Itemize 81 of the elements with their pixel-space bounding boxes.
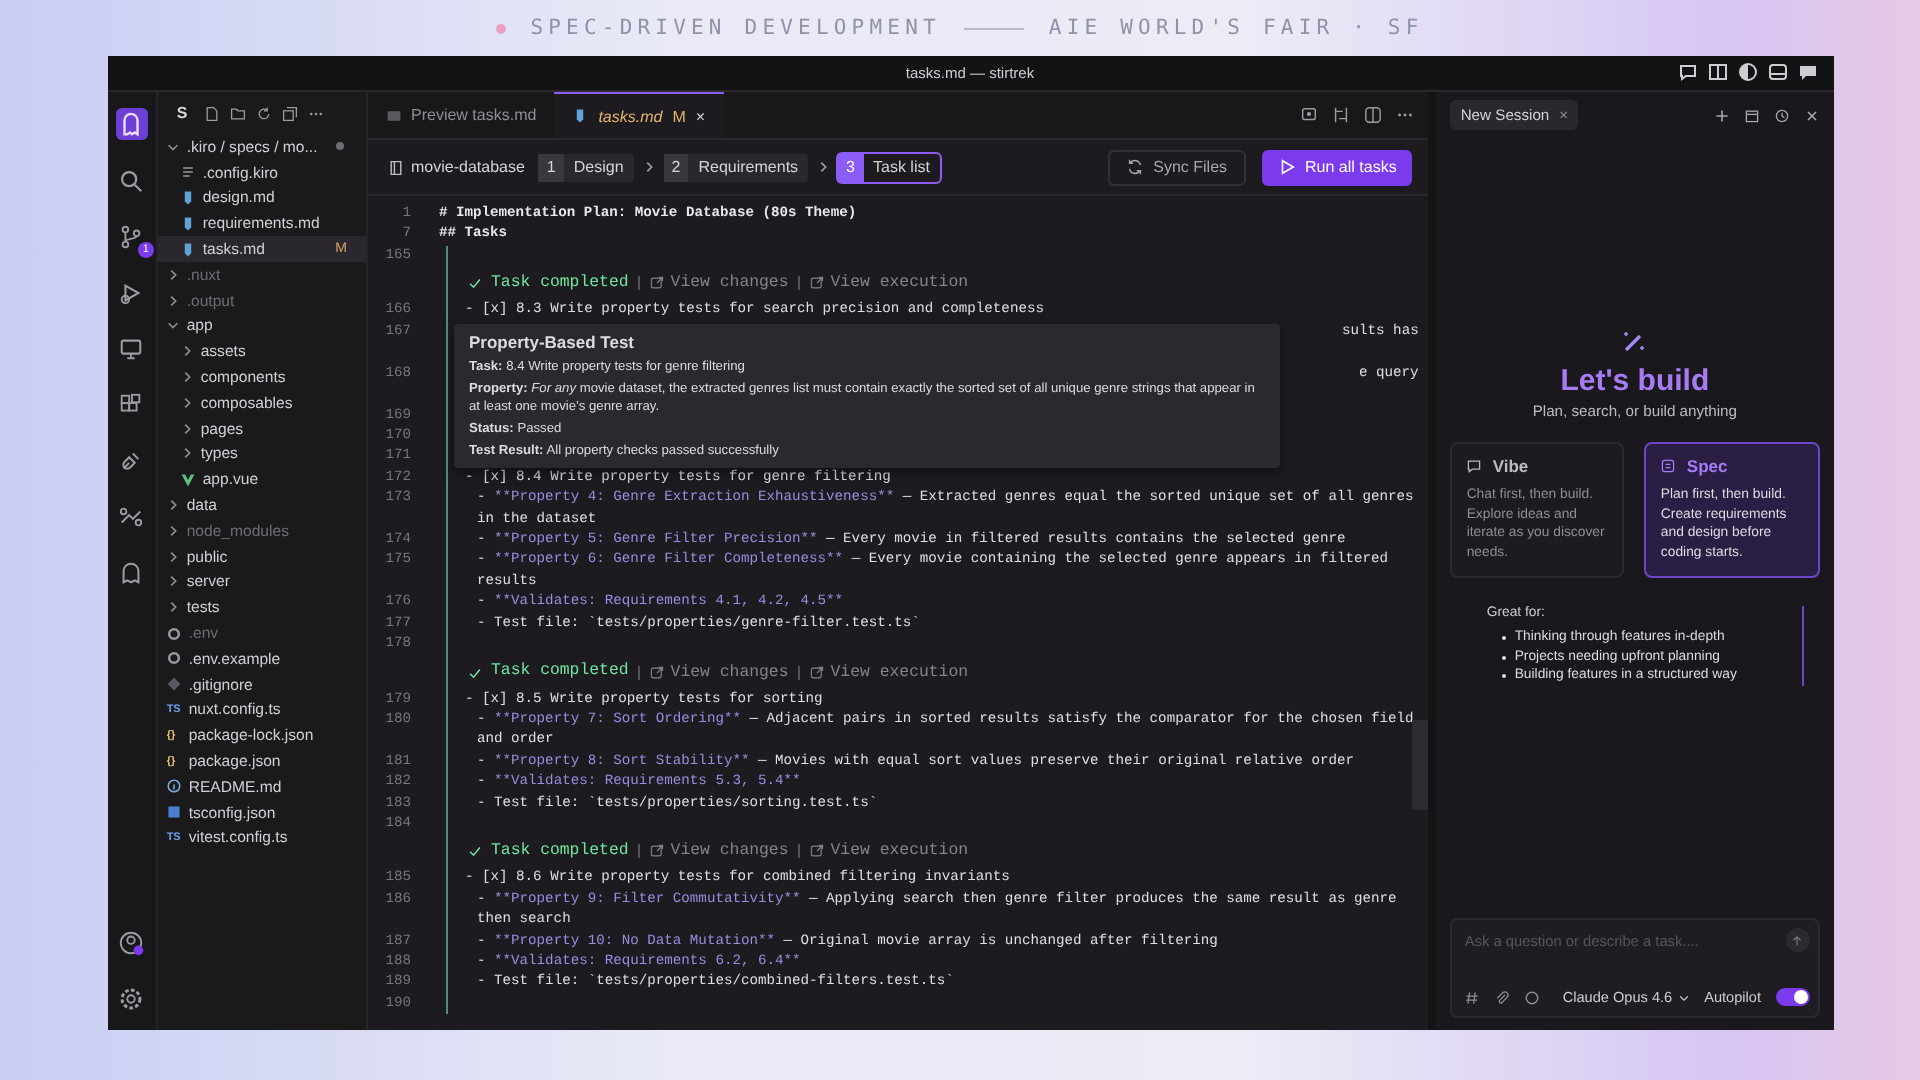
run-all-tasks-button[interactable]: Run all tasks: [1261, 149, 1413, 185]
sync-icon: [1125, 158, 1144, 176]
external-link-icon: [650, 276, 665, 291]
editor-tab[interactable]: tasks.md M ×: [554, 92, 724, 138]
collapse-icon[interactable]: [281, 105, 298, 121]
heading: Let's build: [1560, 364, 1710, 398]
view-link[interactable]: View execution: [810, 842, 969, 861]
logo-icon[interactable]: [115, 108, 148, 140]
external-link-icon: [810, 844, 825, 859]
send-button[interactable]: [1785, 928, 1809, 952]
step-tab[interactable]: 1 Design: [538, 153, 634, 181]
mode-title: Vibe: [1492, 456, 1529, 476]
diamond-icon: [166, 676, 183, 693]
magic-wand-icon: [1620, 328, 1649, 356]
external-link-icon: [810, 665, 825, 679]
checkmark-icon: [467, 844, 481, 859]
spec-name: movie-database: [411, 158, 525, 176]
bullet-dot: [1502, 674, 1507, 679]
step-tab[interactable]: 3 Task list: [838, 153, 940, 181]
chevron-right-icon: [816, 160, 831, 174]
history-icon[interactable]: [1773, 107, 1789, 123]
modified-dot: [335, 142, 344, 151]
banner-title: SPEC-DRIVEN DEVELOPMENT: [530, 16, 941, 40]
preview-icon: [385, 107, 401, 123]
config-file-icon: [166, 804, 183, 821]
task-completed-label: Task completed: [491, 841, 629, 863]
info-icon: [166, 778, 183, 795]
document-icon: [1660, 458, 1677, 474]
external-link-icon: [650, 844, 665, 859]
editor-tab[interactable]: Preview tasks.md: [367, 92, 555, 138]
new-file-icon[interactable]: [203, 105, 220, 121]
document-icon: [387, 159, 403, 175]
close-icon[interactable]: [1803, 107, 1819, 123]
bullet-dot: [1502, 635, 1507, 640]
markdown-file-icon: [572, 108, 589, 124]
chevron-down-icon: [166, 318, 181, 333]
sidebar-toggle-icon[interactable]: [1737, 62, 1757, 82]
account-icon[interactable]: [115, 926, 148, 958]
tooltip-title: Property-Based Test: [469, 332, 637, 353]
chevron-right-icon: [641, 160, 656, 174]
close-icon[interactable]: ×: [695, 107, 706, 125]
view-link[interactable]: View changes: [650, 663, 789, 681]
chat-bubble-icon[interactable]: [1677, 62, 1697, 82]
panel-toggle-icon[interactable]: [1767, 62, 1787, 82]
chat-bubble-icon: [1466, 458, 1483, 474]
task-completed-label: Task completed: [491, 273, 629, 294]
chevron-down-icon: [1678, 991, 1691, 1003]
plus-icon[interactable]: [1713, 107, 1729, 123]
preview-icon[interactable]: [1300, 106, 1319, 124]
external-link-icon: [650, 665, 665, 679]
checkmark-icon: [467, 276, 481, 291]
view-link[interactable]: View changes: [650, 274, 789, 293]
bullet-dot: [496, 23, 507, 33]
view-link[interactable]: View execution: [810, 274, 969, 293]
compare-icon[interactable]: [1332, 106, 1351, 124]
lines-icon: [180, 164, 197, 181]
split-editor-icon[interactable]: [1364, 106, 1383, 124]
step-tab[interactable]: 2 Requirements: [663, 153, 809, 181]
refresh-icon[interactable]: [255, 105, 272, 121]
play-icon: [1277, 158, 1296, 176]
task-completed-label: Task completed: [491, 661, 629, 683]
mode-title: Spec: [1686, 456, 1728, 476]
new-folder-icon[interactable]: [229, 105, 246, 121]
vue-file-icon: [180, 471, 197, 488]
layout-icon[interactable]: [1707, 62, 1727, 82]
scrollbar-thumb[interactable]: [1412, 720, 1429, 810]
chat-icon[interactable]: [1797, 62, 1817, 82]
hash-icon[interactable]: [1464, 989, 1481, 1005]
checkmark-icon: [467, 665, 481, 679]
chevron-down-icon: [166, 139, 181, 154]
autopilot-toggle[interactable]: [1775, 988, 1809, 1006]
view-link[interactable]: View execution: [810, 663, 969, 681]
external-link-icon: [810, 276, 825, 291]
circle-icon[interactable]: [1524, 989, 1541, 1005]
sync-files-button[interactable]: Sync Files: [1107, 149, 1246, 185]
banner-subtitle: AIE WORLD'S FAIR · SF: [1048, 16, 1424, 40]
explorer-title: S: [176, 104, 188, 122]
paperclip-icon[interactable]: [1494, 989, 1511, 1005]
view-link[interactable]: View changes: [650, 842, 789, 861]
calendar-icon[interactable]: [1743, 107, 1759, 123]
arrow-up-icon: [1790, 933, 1804, 947]
